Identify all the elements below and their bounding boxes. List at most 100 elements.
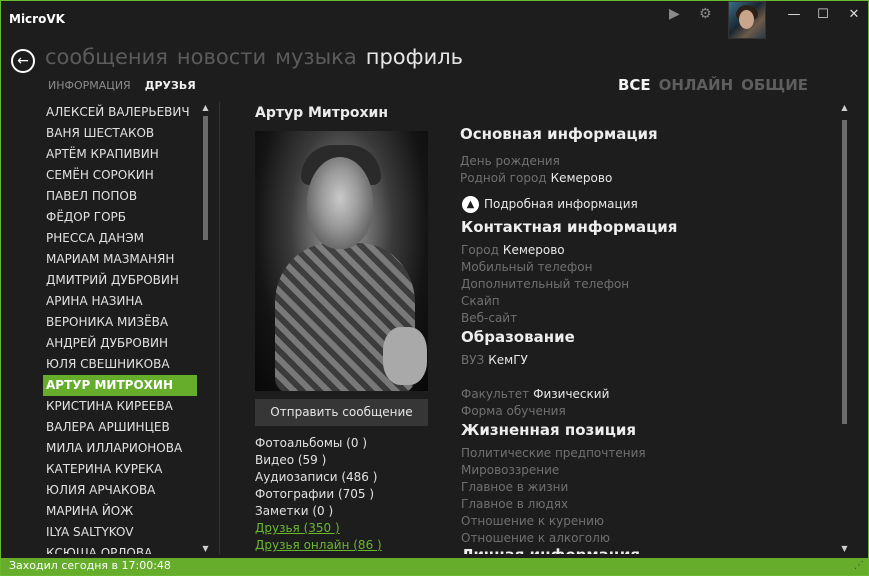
hometown-value: Кемерово xyxy=(550,171,613,185)
section-basic-title: Основная информация xyxy=(460,125,658,143)
hometown-label: Родной город xyxy=(460,171,547,185)
list-item[interactable]: ВАНЯ ШЕСТАКОВ xyxy=(43,123,197,144)
list-item[interactable]: ВЕРОНИКА МИЗЁВА xyxy=(43,312,197,333)
subtab-friends[interactable]: ДРУЗЬЯ xyxy=(145,79,196,92)
stat-photos[interactable]: Фотографии (705 ) xyxy=(255,486,382,503)
list-item[interactable]: ILYA SALTYKOV xyxy=(43,522,197,543)
city-row: Город Кемерово xyxy=(461,243,565,257)
life-row: Главное в жизни xyxy=(461,480,568,494)
life-row: Отношение к курению xyxy=(461,514,604,528)
stat-video[interactable]: Видео (59 ) xyxy=(255,452,382,469)
birthday-label: День рождения xyxy=(460,154,560,168)
photo-head xyxy=(307,157,373,249)
profile-info: Основная информация День рождения Родной… xyxy=(460,1,830,554)
list-item[interactable]: КРИСТИНА КИРЕЕВА xyxy=(43,396,197,417)
life-row: Мировоззрение xyxy=(461,463,559,477)
scroll-down-icon[interactable]: ▼ xyxy=(200,543,211,554)
list-item[interactable]: КАТЕРИНА КУРЕКА xyxy=(43,459,197,480)
stat-notes[interactable]: Заметки (0 ) xyxy=(255,503,382,520)
uni-label: ВУЗ xyxy=(461,353,485,367)
list-item[interactable]: АНДРЕЙ ДУБРОВИН xyxy=(43,333,197,354)
scroll-down-icon[interactable]: ▼ xyxy=(839,543,850,554)
list-item[interactable]: ПАВЕЛ ПОПОВ xyxy=(43,186,197,207)
list-item[interactable]: ФЁДОР ГОРБ xyxy=(43,207,197,228)
tab-music[interactable]: музыка xyxy=(275,45,357,69)
mobile-row: Мобильный телефон xyxy=(461,260,592,274)
study-form-row: Форма обучения xyxy=(461,404,566,418)
uni-row: ВУЗ КемГУ xyxy=(461,353,528,367)
stat-albums[interactable]: Фотоальбомы (0 ) xyxy=(255,435,382,452)
faculty-label: Факультет xyxy=(461,387,530,401)
list-item[interactable]: АРТЁМ КРАПИВИН xyxy=(43,144,197,165)
section-contacts-title: Контактная информация xyxy=(461,218,678,236)
back-button[interactable]: ← xyxy=(11,49,35,73)
list-item-selected[interactable]: АРТУР МИТРОХИН xyxy=(43,375,197,396)
close-button[interactable]: ✕ xyxy=(844,7,864,23)
life-main-label: Главное в жизни xyxy=(461,480,569,494)
list-item[interactable]: МАРИАМ МАЗМАНЯН xyxy=(43,249,197,270)
friends-list: АЛЕКСЕЙ ВАЛЕРЬЕВИЧ ВАНЯ ШЕСТАКОВ АРТЁМ К… xyxy=(43,102,197,554)
scroll-up-icon[interactable]: ▲ xyxy=(839,102,850,113)
skype-label: Скайп xyxy=(461,294,500,308)
list-item[interactable]: ВАЛЕРА АРШИНЦЕВ xyxy=(43,417,197,438)
people-main-label: Главное в людях xyxy=(461,497,569,511)
section-life-title: Жизненная позиция xyxy=(461,421,636,439)
more-info-label: Подробная информация xyxy=(484,197,638,211)
section-personal-title: Личная информация xyxy=(461,546,640,554)
friends-link[interactable]: Друзья (350 ) xyxy=(255,520,382,537)
list-item[interactable]: ДМИТРИЙ ДУБРОВИН xyxy=(43,270,197,291)
column-divider xyxy=(219,102,220,554)
hometown-row: Родной город Кемерово xyxy=(460,171,612,185)
resize-grip-icon[interactable]: ⋰ xyxy=(854,560,864,571)
friends-online-link[interactable]: Друзья онлайн (86 ) xyxy=(255,537,382,554)
chevron-up-icon: ▲ xyxy=(462,196,479,213)
extra-phone-row: Дополнительный телефон xyxy=(461,277,629,291)
scroll-thumb[interactable] xyxy=(842,120,847,424)
uni-value: КемГУ xyxy=(488,353,528,367)
list-item[interactable]: РНЕССА ДАНЭМ xyxy=(43,228,197,249)
last-seen-status: Заходил сегодня в 17:00:48 xyxy=(9,559,171,572)
life-row: Отношение к алкоголю xyxy=(461,531,610,545)
skype-row: Скайп xyxy=(461,294,500,308)
more-info-toggle[interactable]: ▲ Подробная информация xyxy=(462,196,638,213)
friends-scrollbar[interactable]: ▲ ▼ xyxy=(200,102,211,554)
scroll-up-icon[interactable]: ▲ xyxy=(200,102,211,113)
list-item[interactable]: АЛЕКСЕЙ ВАЛЕРЬЕВИЧ xyxy=(43,102,197,123)
stat-audio[interactable]: Аудиозаписи (486 ) xyxy=(255,469,382,486)
app-title: MicroVK xyxy=(9,12,65,26)
list-item[interactable]: СЕМЁН СОРОКИН xyxy=(43,165,197,186)
app-window: MicroVK ▶ ⚙ — ☐ ✕ ← сообщения новости музы… xyxy=(0,0,869,576)
list-item[interactable]: КСЮША ОРЛОВА xyxy=(43,543,197,554)
subtab-info[interactable]: ИНФОРМАЦИЯ xyxy=(48,79,131,92)
profile-stats: Фотоальбомы (0 ) Видео (59 ) Аудиозаписи… xyxy=(255,435,382,554)
main-nav: сообщения новости музыка профиль xyxy=(45,45,472,69)
section-education-title: Образование xyxy=(461,328,575,346)
mobile-label: Мобильный телефон xyxy=(461,260,593,274)
list-item[interactable]: ЮЛИЯ АРЧАКОВА xyxy=(43,480,197,501)
tab-news[interactable]: новости xyxy=(177,45,266,69)
city-label: Город xyxy=(461,243,499,257)
life-row: Главное в людях xyxy=(461,497,568,511)
sub-nav: ИНФОРМАЦИЯ ДРУЗЬЯ xyxy=(48,79,210,92)
alcohol-label: Отношение к алкоголю xyxy=(461,531,610,545)
city-value: Кемерово xyxy=(502,243,565,257)
birthday-row: День рождения xyxy=(460,154,560,168)
faculty-value: Физический xyxy=(533,387,610,401)
list-item[interactable]: ЮЛЯ СВЕШНИКОВА xyxy=(43,354,197,375)
tab-profile[interactable]: профиль xyxy=(366,45,463,69)
website-row: Веб-сайт xyxy=(461,311,517,325)
list-item[interactable]: МИЛА ИЛЛАРИОНОВА xyxy=(43,438,197,459)
list-item[interactable]: АРИНА НАЗИНА xyxy=(43,291,197,312)
worldview-label: Мировоззрение xyxy=(461,463,560,477)
scroll-thumb[interactable] xyxy=(203,116,208,240)
profile-photo[interactable] xyxy=(255,131,428,391)
status-bar: Заходил сегодня в 17:00:48 ⋰ xyxy=(1,558,868,575)
faculty-row: Факультет Физический xyxy=(461,387,609,401)
send-message-button[interactable]: Отправить сообщение xyxy=(255,399,428,426)
photo-hand xyxy=(383,327,427,385)
politics-label: Политические предпочтения xyxy=(461,446,646,460)
list-item[interactable]: МАРИНА ЙОЖ xyxy=(43,501,197,522)
tab-messages[interactable]: сообщения xyxy=(45,45,168,69)
profile-scrollbar[interactable]: ▲ ▼ xyxy=(839,102,850,554)
smoking-label: Отношение к курению xyxy=(461,514,604,528)
